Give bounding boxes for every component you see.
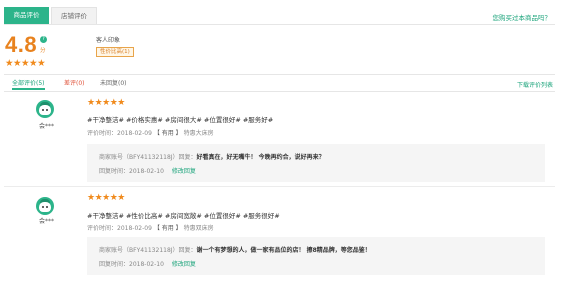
review-item: 会*** ★★★★★ #干净整洁# #价格实惠# #房间很大# #位置很好# #… <box>4 93 555 187</box>
review-meta: 评价时间：2018-02-09 【 有用 】 特惠双床房 <box>87 223 214 232</box>
reply-time-row: 回复时间：2018-02-10 修改回复 <box>99 259 196 268</box>
impression-title: 客人印象 <box>96 37 121 44</box>
review-meta: 评价时间：2018-02-09 【 有用 】 特惠大床房 <box>87 128 214 137</box>
review-tags: #干净整洁# #价格实惠# #房间很大# #位置很好# #服务好# <box>87 116 274 124</box>
edit-reply-link[interactable]: 修改回复 <box>172 168 196 175</box>
purchase-question-link[interactable]: 您购买过本商品吗？ <box>493 12 552 22</box>
review-item: 会*** ★★★★★ #干净整洁# #性价比高# #房间宽敞# #位置很好# #… <box>4 188 555 287</box>
reply-time-label: 回复时间： <box>99 168 130 175</box>
filter-all-reviews[interactable]: 全部评价(5) <box>12 78 45 90</box>
filter-unreplied[interactable]: 未回复(0) <box>100 78 127 90</box>
filter-bar: 全部评价(5) 差评(0) 未回复(0) 下载评价列表 <box>4 74 555 92</box>
tab-shop-reviews[interactable]: 店铺评价 <box>51 7 97 24</box>
helpful-button[interactable]: 【 有用 】 <box>154 225 182 232</box>
help-icon[interactable]: ? <box>40 36 47 43</box>
room-type: 特惠双床房 <box>183 225 214 232</box>
overall-star-rating: ★★★★★ <box>5 58 46 69</box>
score-unit: 分 <box>40 48 46 54</box>
filter-bad-reviews[interactable]: 差评(0) <box>64 78 85 90</box>
avatar <box>36 100 54 118</box>
reply-line: 商家账号（BFY41132118J）回复：谢一个有梦想的人，做一家有品位的店！ … <box>99 245 371 254</box>
review-star-rating: ★★★★★ <box>87 98 125 108</box>
reply-content: 谢一个有梦想的人，做一家有品位的店！ 擦8精品牌，等您品鉴！ <box>196 247 371 254</box>
reply-line: 商家账号（BFY41132118J）回复：好看真在，好无嘴牛！ 今晚再约合，说好… <box>99 152 325 161</box>
avatar <box>36 197 54 215</box>
reviewer-name: 会*** <box>39 123 55 130</box>
reply-label: 商家账号（BFY41132118J）回复： <box>99 154 197 161</box>
review-tags: #干净整洁# #性价比高# #房间宽敞# #位置很好# #服务很好# <box>87 212 280 220</box>
reply-label: 商家账号（BFY41132118J）回复： <box>99 247 197 254</box>
review-time: 2018-02-09 <box>117 130 152 137</box>
merchant-reply: 商家账号（BFY41132118J）回复：谢一个有梦想的人，做一家有品位的店！ … <box>87 237 545 275</box>
review-time-label: 评价时间： <box>87 130 118 137</box>
overall-score: 4.8 <box>5 32 38 57</box>
reply-time: 2018-02-10 <box>129 261 164 268</box>
reply-time-label: 回复时间： <box>99 261 130 268</box>
reply-time-row: 回复时间：2018-02-10 修改回复 <box>99 166 196 175</box>
review-star-rating: ★★★★★ <box>87 193 125 203</box>
download-review-list-link[interactable]: 下载评价列表 <box>517 80 553 89</box>
reply-content: 好看真在，好无嘴牛！ 今晚再约合，说好再来？ <box>196 154 325 161</box>
room-type: 特惠大床房 <box>183 130 214 137</box>
tab-product-reviews[interactable]: 商品评价 <box>4 7 49 24</box>
tab-divider <box>4 24 555 25</box>
reviewer-name: 会*** <box>39 218 55 225</box>
review-time-label: 评价时间： <box>87 225 118 232</box>
edit-reply-link[interactable]: 修改回复 <box>172 261 196 268</box>
reply-time: 2018-02-10 <box>129 168 164 175</box>
helpful-button[interactable]: 【 有用 】 <box>154 130 182 137</box>
merchant-reply: 商家账号（BFY41132118J）回复：好看真在，好无嘴牛！ 今晚再约合，说好… <box>87 144 545 182</box>
review-tab-bar: 商品评价 店铺评价 您购买过本商品吗？ <box>0 0 561 26</box>
impression-tag[interactable]: 性价比高(1) <box>96 47 134 57</box>
review-time: 2018-02-09 <box>117 225 152 232</box>
